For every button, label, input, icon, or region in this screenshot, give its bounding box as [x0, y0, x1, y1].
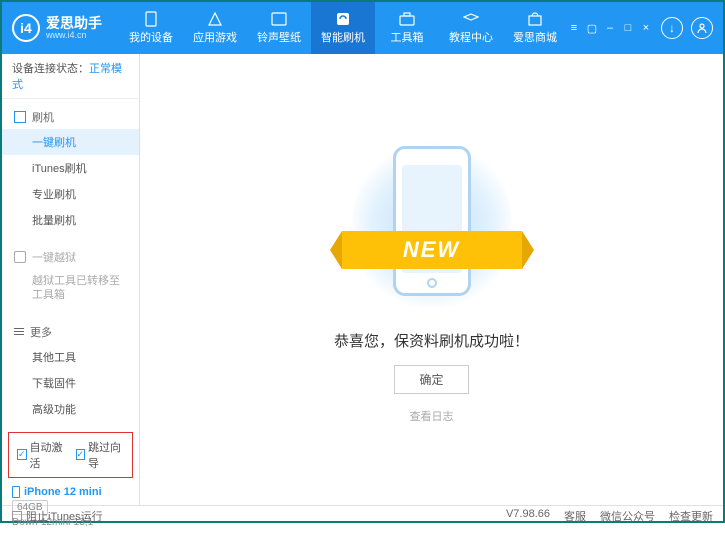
section-jailbreak: 一键越狱 越狱工具已转移至工具箱 [2, 239, 139, 314]
sidebar-item-advanced[interactable]: 高级功能 [2, 396, 139, 422]
apps-icon [206, 11, 224, 27]
app-window: i4 爱思助手 www.i4.cn 我的设备 应用游戏 铃声壁纸 智能刷机 工具… [0, 0, 725, 523]
skin-icon[interactable]: ▢ [585, 21, 599, 35]
logo-icon: i4 [12, 14, 40, 42]
sidebar-item-pro-flash[interactable]: 专业刷机 [2, 181, 139, 207]
nav-store[interactable]: 爱思商城 [503, 2, 567, 54]
tutorial-icon [462, 11, 480, 27]
section-more-title[interactable]: 更多 [2, 320, 139, 344]
device-name: iPhone 12 mini [12, 486, 129, 498]
sidebar-item-itunes-flash[interactable]: iTunes刷机 [2, 155, 139, 181]
checkbox-skip-guide[interactable]: ✓跳过向导 [76, 439, 125, 471]
success-message: 恭喜您，保资料刷机成功啦！ [334, 330, 529, 351]
sidebar-item-oneclick-flash[interactable]: 一键刷机 [2, 129, 139, 155]
footer-link-update[interactable]: 检查更新 [669, 508, 713, 524]
success-illustration: NEW [352, 136, 512, 316]
ok-button[interactable]: 确定 [394, 365, 468, 394]
app-name: 爱思助手 [46, 16, 102, 30]
flash-section-icon [14, 111, 26, 123]
check-icon: ✓ [76, 449, 86, 460]
wallpaper-icon [270, 11, 288, 27]
checkbox-block-itunes[interactable]: 阻止iTunes运行 [12, 508, 103, 524]
phone-graphic [393, 146, 471, 296]
nav-smart-flash[interactable]: 智能刷机 [311, 2, 375, 54]
phone-icon [142, 11, 160, 27]
footer-link-support[interactable]: 客服 [564, 508, 586, 524]
connection-status: 设备连接状态：正常模式 [2, 54, 139, 99]
section-flash: 刷机 一键刷机 iTunes刷机 专业刷机 批量刷机 [2, 99, 139, 239]
flash-icon [334, 11, 352, 27]
new-ribbon: NEW [342, 231, 522, 269]
logo: i4 爱思助手 www.i4.cn [12, 14, 119, 42]
section-more: 更多 其他工具 下载固件 高级功能 [2, 314, 139, 428]
nav-tutorials[interactable]: 教程中心 [439, 2, 503, 54]
section-jailbreak-title: 一键越狱 [2, 245, 139, 269]
download-button[interactable]: ↓ [661, 17, 683, 39]
check-icon: ✓ [17, 449, 27, 460]
top-nav: 我的设备 应用游戏 铃声壁纸 智能刷机 工具箱 教程中心 爱思商城 [119, 2, 567, 54]
main-panel: NEW 恭喜您，保资料刷机成功啦！ 确定 查看日志 [140, 54, 723, 505]
sidebar-item-batch-flash[interactable]: 批量刷机 [2, 207, 139, 233]
header: i4 爱思助手 www.i4.cn 我的设备 应用游戏 铃声壁纸 智能刷机 工具… [2, 2, 723, 54]
options-highlight: ✓自动激活 ✓跳过向导 [8, 432, 133, 478]
nav-apps-games[interactable]: 应用游戏 [183, 2, 247, 54]
nav-my-device[interactable]: 我的设备 [119, 2, 183, 54]
checkbox-auto-activate[interactable]: ✓自动激活 [17, 439, 66, 471]
close-button[interactable]: × [639, 21, 653, 35]
checkbox-icon [12, 511, 22, 521]
app-url: www.i4.cn [46, 30, 102, 40]
user-button[interactable] [691, 17, 713, 39]
toolbox-icon [398, 11, 416, 27]
sidebar: 设备连接状态：正常模式 刷机 一键刷机 iTunes刷机 专业刷机 批量刷机 一… [2, 54, 140, 505]
nav-ringtones[interactable]: 铃声壁纸 [247, 2, 311, 54]
nav-toolbox[interactable]: 工具箱 [375, 2, 439, 54]
sidebar-item-other-tools[interactable]: 其他工具 [2, 344, 139, 370]
body: 设备连接状态：正常模式 刷机 一键刷机 iTunes刷机 专业刷机 批量刷机 一… [2, 54, 723, 505]
maximize-button[interactable]: □ [621, 21, 635, 35]
jailbreak-note: 越狱工具已转移至工具箱 [2, 269, 139, 308]
menu-icon[interactable]: ≡ [567, 21, 581, 35]
sidebar-item-download-fw[interactable]: 下载固件 [2, 370, 139, 396]
version-label: V7.98.66 [506, 508, 550, 524]
store-icon [526, 11, 544, 27]
section-flash-title[interactable]: 刷机 [2, 105, 139, 129]
minimize-button[interactable]: – [603, 21, 617, 35]
more-icon [14, 328, 24, 335]
lock-icon [14, 251, 26, 263]
view-log-link[interactable]: 查看日志 [410, 408, 454, 424]
footer-link-wechat[interactable]: 微信公众号 [600, 508, 655, 524]
device-icon [12, 486, 20, 498]
window-controls: ≡ ▢ – □ × ↓ [567, 17, 713, 39]
